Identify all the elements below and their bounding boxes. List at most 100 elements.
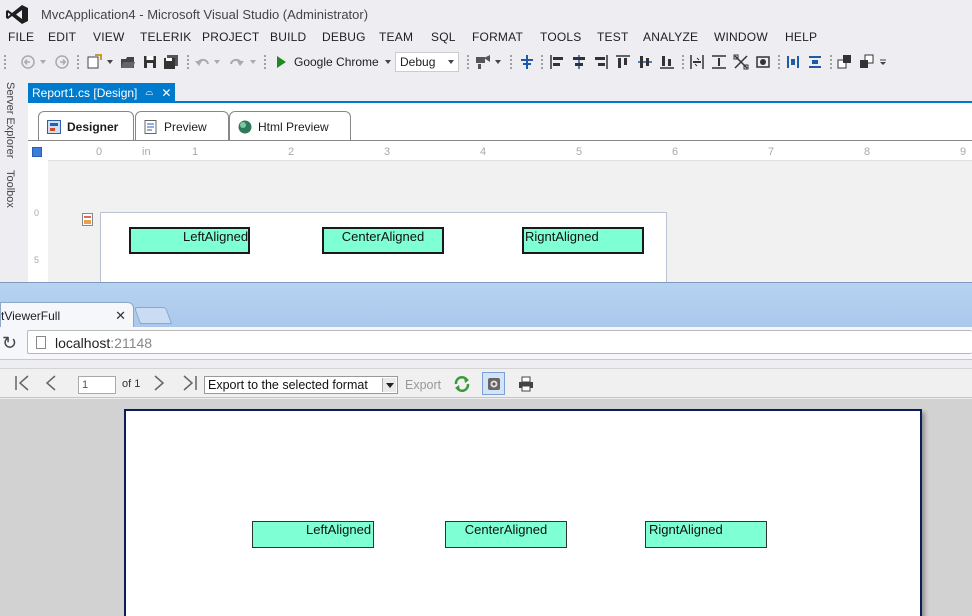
align-bottoms-icon[interactable] xyxy=(658,52,676,72)
toolbar-separator xyxy=(777,54,781,70)
page-number-input[interactable] xyxy=(78,376,116,394)
align-tops-icon[interactable] xyxy=(614,52,632,72)
menu-tools[interactable]: TOOLS xyxy=(540,30,581,44)
toolbar-separator xyxy=(829,54,833,70)
menu-view[interactable]: VIEW xyxy=(93,30,124,44)
textbox-right-aligned[interactable]: RigntAligned xyxy=(522,227,644,254)
ruler-number: 1 xyxy=(192,146,199,158)
menu-team[interactable]: TEAM xyxy=(379,30,413,44)
visual-studio-logo-icon xyxy=(6,5,28,24)
report-designer: Designer Preview Html Preview 0 in 1 2 3… xyxy=(28,103,972,282)
reload-icon[interactable]: ↻ xyxy=(2,333,17,354)
back-dropdown-icon[interactable] xyxy=(38,52,48,72)
forward-icon[interactable] xyxy=(54,52,70,72)
tab-html-preview[interactable]: Html Preview xyxy=(229,111,351,141)
toolbar-overflow-icon[interactable] xyxy=(878,52,888,72)
horizontal-spacing-icon[interactable] xyxy=(784,52,802,72)
menu-build[interactable]: BUILD xyxy=(270,30,306,44)
chevron-down-icon xyxy=(448,60,454,64)
save-all-icon[interactable] xyxy=(162,52,180,72)
redo-icon[interactable] xyxy=(228,52,246,72)
server-explorer-tab[interactable]: Server Explorer xyxy=(4,82,16,158)
menu-file[interactable]: FILE xyxy=(8,30,34,44)
new-project-icon[interactable] xyxy=(85,52,103,72)
previous-page-button[interactable] xyxy=(44,375,58,393)
address-bar-url: localhost:21148 xyxy=(55,335,152,351)
toolbar-separator xyxy=(263,54,267,70)
menu-test[interactable]: TEST xyxy=(597,30,628,44)
redo-dropdown-icon[interactable] xyxy=(248,52,258,72)
print-icon[interactable] xyxy=(516,374,536,394)
toolbar-separator xyxy=(76,54,80,70)
new-tab-button[interactable] xyxy=(133,307,173,324)
send-to-back-icon[interactable] xyxy=(858,52,876,72)
browser-tab-viewer[interactable]: tViewerFull ✕ xyxy=(0,302,134,329)
document-tab-report1[interactable]: Report1.cs [Design] ⌓ ✕ xyxy=(28,83,176,102)
address-bar[interactable]: localhost:21148 xyxy=(27,330,972,354)
toolbar-grip[interactable] xyxy=(3,54,7,70)
close-icon[interactable]: ✕ xyxy=(161,86,171,100)
bring-to-front-icon[interactable] xyxy=(836,52,854,72)
menu-bar: FILE EDIT VIEW TELERIK PROJECT BUILD DEB… xyxy=(0,28,972,48)
menu-project[interactable]: PROJECT xyxy=(202,30,259,44)
snap-to-grid-icon[interactable] xyxy=(518,52,536,72)
save-icon[interactable] xyxy=(141,52,159,72)
menu-help[interactable]: HELP xyxy=(785,30,817,44)
play-icon xyxy=(277,56,286,68)
toolbox-tab[interactable]: Toolbox xyxy=(4,170,16,208)
textbox-center-aligned[interactable]: CenterAligned xyxy=(322,227,444,254)
new-dropdown-icon[interactable] xyxy=(105,52,115,72)
open-file-icon[interactable] xyxy=(119,52,137,72)
toolbar-separator xyxy=(466,54,470,70)
browser-window: tViewerFull ✕ ↻ localhost:21148 of 1 Exp… xyxy=(0,282,972,616)
menu-debug[interactable]: DEBUG xyxy=(322,30,366,44)
tab-preview[interactable]: Preview xyxy=(135,111,229,141)
vruler-number: 5 xyxy=(34,255,40,265)
toolbar-separator xyxy=(186,54,190,70)
align-lefts-icon[interactable] xyxy=(548,52,566,72)
ruler-corner-icon[interactable] xyxy=(32,147,42,157)
align-middles-icon[interactable] xyxy=(636,52,654,72)
solution-configuration-select[interactable]: Debug xyxy=(395,52,459,72)
undo-dropdown-icon[interactable] xyxy=(212,52,222,72)
menu-edit[interactable]: EDIT xyxy=(48,30,76,44)
horizontal-ruler: 0 in 1 2 3 4 5 6 7 8 9 xyxy=(48,145,972,161)
tab-designer[interactable]: Designer xyxy=(38,111,134,141)
align-rights-icon[interactable] xyxy=(592,52,610,72)
next-page-button[interactable] xyxy=(152,375,166,393)
last-page-button[interactable] xyxy=(180,375,198,393)
align-centers-icon[interactable] xyxy=(570,52,588,72)
rendered-textbox-center-aligned: CenterAligned xyxy=(445,521,567,548)
preview-icon xyxy=(144,119,158,134)
export-format-select[interactable]: Export to the selected format xyxy=(204,376,398,394)
toolbar-separator xyxy=(540,54,544,70)
size-to-grid-icon[interactable] xyxy=(754,52,772,72)
menu-sql[interactable]: SQL xyxy=(431,30,456,44)
export-button[interactable]: Export xyxy=(405,378,441,392)
first-page-button[interactable] xyxy=(14,375,32,393)
print-preview-toggle-icon[interactable] xyxy=(482,372,505,395)
find-dropdown-icon[interactable] xyxy=(493,52,503,72)
vertical-spacing-icon[interactable] xyxy=(806,52,824,72)
undo-icon[interactable] xyxy=(193,52,211,72)
refresh-icon[interactable] xyxy=(452,374,472,394)
report-section-icon[interactable] xyxy=(82,213,93,226)
make-same-width-icon[interactable] xyxy=(688,52,706,72)
menu-format[interactable]: FORMAT xyxy=(472,30,523,44)
back-icon[interactable] xyxy=(20,52,36,72)
ruler-number: 3 xyxy=(384,146,391,158)
configuration-value: Debug xyxy=(400,55,436,69)
side-panel-strip: Server Explorer Toolbox xyxy=(0,80,22,282)
textbox-text: LeftAligned xyxy=(183,229,249,244)
make-same-size-icon[interactable] xyxy=(732,52,750,72)
pin-icon[interactable]: ⌓ xyxy=(145,87,153,98)
find-in-files-icon[interactable] xyxy=(474,52,492,72)
menu-telerik[interactable]: TELERIK xyxy=(140,30,191,44)
ruler-number: 8 xyxy=(864,146,871,158)
start-debugging-button[interactable]: Google Chrome xyxy=(273,52,391,72)
close-icon[interactable]: ✕ xyxy=(115,308,126,324)
menu-window[interactable]: WINDOW xyxy=(714,30,768,44)
menu-analyze[interactable]: ANALYZE xyxy=(643,30,698,44)
textbox-left-aligned[interactable]: LeftAligned xyxy=(129,227,250,254)
make-same-height-icon[interactable] xyxy=(710,52,728,72)
